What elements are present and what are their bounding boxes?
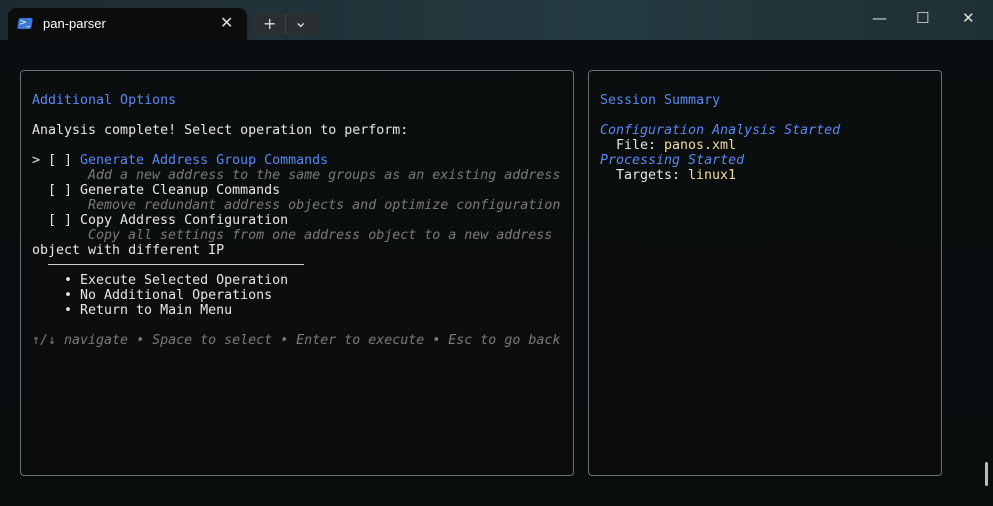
event-label: Targets:	[616, 168, 681, 183]
tab-pan-parser[interactable]: >_ pan-parser ✕	[8, 8, 247, 40]
checkbox[interactable]: [ ]	[48, 213, 72, 228]
panel-title: Additional Options	[32, 93, 177, 108]
panel-title: Session Summary	[600, 93, 721, 108]
checkbox[interactable]: [ ]	[48, 153, 72, 168]
selection-cursor: >	[32, 153, 41, 168]
option-generate-address-group[interactable]: Generate Address Group Commands	[80, 153, 328, 168]
action-return-main[interactable]: • Return to Main Menu	[64, 303, 232, 318]
close-tab-icon[interactable]: ✕	[220, 13, 233, 32]
close-window-button[interactable]: ✕	[962, 9, 975, 27]
minimize-button[interactable]: —	[872, 9, 887, 27]
tab-title: pan-parser	[43, 16, 106, 31]
divider	[285, 15, 286, 33]
event-value: panos.xml	[664, 138, 737, 153]
action-execute[interactable]: • Execute Selected Operation	[64, 273, 288, 288]
action-no-additional[interactable]: • No Additional Operations	[64, 288, 272, 303]
option-description: Add a new address to the same groups as …	[88, 168, 561, 183]
new-tab-group: + ⌄	[254, 12, 317, 36]
option-copy-address[interactable]: Copy Address Configuration	[80, 213, 288, 228]
option-description: Copy all settings from one address objec…	[88, 228, 553, 243]
new-tab-button[interactable]: +	[263, 14, 276, 33]
option-generate-cleanup[interactable]: Generate Cleanup Commands	[80, 183, 280, 198]
title-bar: >_ pan-parser ✕ + ⌄ — ☐ ✕	[0, 0, 993, 40]
event-label: File:	[616, 138, 657, 153]
powershell-icon: >_	[17, 18, 33, 29]
maximize-button[interactable]: ☐	[916, 9, 929, 27]
dropdown-chevron-icon[interactable]: ⌄	[294, 12, 307, 31]
option-description-wrap: object with different IP	[32, 243, 225, 258]
event-value: linux1	[688, 168, 737, 183]
prompt-text: Analysis complete! Select operation to p…	[32, 123, 409, 138]
event-heading: Configuration Analysis Started	[600, 123, 841, 138]
option-description: Remove redundant address objects and opt…	[88, 198, 561, 213]
checkbox[interactable]: [ ]	[48, 183, 72, 198]
scrollbar-thumb[interactable]	[985, 462, 988, 486]
divider	[48, 264, 304, 265]
help-text: ↑/↓ navigate • Space to select • Enter t…	[32, 333, 561, 348]
event-heading: Processing Started	[600, 153, 745, 168]
